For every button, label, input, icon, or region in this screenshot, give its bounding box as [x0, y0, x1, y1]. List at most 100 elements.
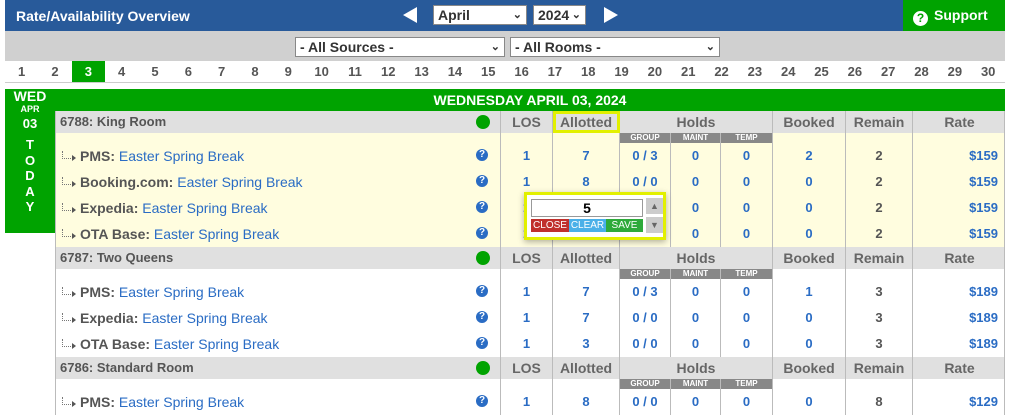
- day-12[interactable]: 12: [372, 61, 405, 82]
- day-1[interactable]: 1: [5, 61, 38, 82]
- allotted-value[interactable]: 3: [553, 331, 620, 357]
- day-7[interactable]: 7: [205, 61, 238, 82]
- help-icon[interactable]: ?: [476, 337, 488, 349]
- temp-value[interactable]: 0: [721, 389, 773, 415]
- help-icon[interactable]: ?: [476, 175, 488, 187]
- day-5[interactable]: 5: [138, 61, 171, 82]
- day-11[interactable]: 11: [338, 61, 371, 82]
- day-26[interactable]: 26: [838, 61, 871, 82]
- rate-value[interactable]: $189: [913, 279, 1006, 305]
- day-22[interactable]: 22: [705, 61, 738, 82]
- decrement-icon[interactable]: ▼: [646, 217, 663, 233]
- next-month-icon[interactable]: [604, 7, 618, 23]
- day-23[interactable]: 23: [738, 61, 771, 82]
- day-10[interactable]: 10: [305, 61, 338, 82]
- rate-plan-link[interactable]: Easter Spring Break: [119, 394, 244, 410]
- support-button[interactable]: ? Support: [903, 0, 1005, 31]
- expand-arrow-icon[interactable]: [72, 181, 76, 187]
- temp-value[interactable]: 0: [721, 305, 773, 331]
- clear-button[interactable]: CLEAR: [569, 219, 606, 232]
- day-3[interactable]: 3: [71, 61, 105, 82]
- help-icon[interactable]: ?: [476, 395, 488, 407]
- allotted-value[interactable]: 7: [553, 143, 620, 169]
- booked-value[interactable]: 0: [773, 389, 846, 415]
- maint-value[interactable]: 0: [671, 389, 721, 415]
- los-value[interactable]: 1: [501, 331, 553, 357]
- allotted-value[interactable]: 8: [553, 389, 620, 415]
- booked-value[interactable]: 1: [773, 279, 846, 305]
- day-9[interactable]: 9: [272, 61, 305, 82]
- help-icon[interactable]: ?: [476, 311, 488, 323]
- allotted-value[interactable]: 7: [553, 305, 620, 331]
- sources-select[interactable]: - All Sources - ⌄: [295, 37, 505, 57]
- booked-value[interactable]: 0: [773, 331, 846, 357]
- day-2[interactable]: 2: [38, 61, 71, 82]
- maint-value[interactable]: 0: [671, 221, 721, 247]
- rate-value[interactable]: $159: [913, 143, 1006, 169]
- help-icon[interactable]: ?: [476, 285, 488, 297]
- day-19[interactable]: 19: [605, 61, 638, 82]
- rate-plan-link[interactable]: Easter Spring Break: [119, 284, 244, 300]
- rate-value[interactable]: $189: [913, 331, 1006, 357]
- temp-value[interactable]: 0: [721, 221, 773, 247]
- day-4[interactable]: 4: [105, 61, 138, 82]
- maint-value[interactable]: 0: [671, 331, 721, 357]
- rate-plan-link[interactable]: Easter Spring Break: [177, 174, 302, 190]
- rate-plan-link[interactable]: Easter Spring Break: [119, 148, 244, 164]
- los-value[interactable]: 1: [501, 389, 553, 415]
- day-18[interactable]: 18: [572, 61, 605, 82]
- booked-value[interactable]: 0: [773, 195, 846, 221]
- temp-value[interactable]: 0: [721, 279, 773, 305]
- day-25[interactable]: 25: [805, 61, 838, 82]
- increment-icon[interactable]: ▲: [646, 198, 663, 214]
- close-button[interactable]: CLOSE: [531, 219, 569, 232]
- year-select[interactable]: 2024 ⌄: [533, 5, 586, 25]
- expand-arrow-icon[interactable]: [72, 207, 76, 213]
- temp-value[interactable]: 0: [721, 143, 773, 169]
- allotment-input[interactable]: [531, 199, 643, 217]
- rooms-select[interactable]: - All Rooms - ⌄: [510, 37, 720, 57]
- day-27[interactable]: 27: [872, 61, 905, 82]
- los-value[interactable]: 1: [501, 143, 553, 169]
- temp-value[interactable]: 0: [721, 169, 773, 195]
- maint-value[interactable]: 0: [671, 143, 721, 169]
- rate-value[interactable]: $159: [913, 195, 1006, 221]
- maint-value[interactable]: 0: [671, 279, 721, 305]
- group-value[interactable]: 0 / 3: [620, 279, 671, 305]
- day-17[interactable]: 17: [538, 61, 571, 82]
- expand-arrow-icon[interactable]: [72, 155, 76, 161]
- rate-value[interactable]: $159: [913, 169, 1006, 195]
- group-value[interactable]: 0 / 0: [620, 331, 671, 357]
- booked-value[interactable]: 0: [773, 221, 846, 247]
- day-15[interactable]: 15: [472, 61, 505, 82]
- maint-value[interactable]: 0: [671, 195, 721, 221]
- day-6[interactable]: 6: [172, 61, 205, 82]
- temp-value[interactable]: 0: [721, 195, 773, 221]
- rate-value[interactable]: $159: [913, 221, 1006, 247]
- day-13[interactable]: 13: [405, 61, 438, 82]
- expand-arrow-icon[interactable]: [72, 233, 76, 239]
- month-select[interactable]: April ⌄: [433, 5, 527, 25]
- day-30[interactable]: 30: [972, 61, 1005, 82]
- help-icon[interactable]: ?: [476, 227, 488, 239]
- rate-value[interactable]: $189: [913, 305, 1006, 331]
- day-21[interactable]: 21: [672, 61, 705, 82]
- rate-plan-link[interactable]: Easter Spring Break: [154, 336, 279, 352]
- temp-value[interactable]: 0: [721, 331, 773, 357]
- rate-plan-link[interactable]: Easter Spring Break: [142, 310, 267, 326]
- booked-value[interactable]: 0: [773, 169, 846, 195]
- booked-value[interactable]: 2: [773, 143, 846, 169]
- expand-arrow-icon[interactable]: [72, 317, 76, 323]
- day-28[interactable]: 28: [905, 61, 938, 82]
- group-value[interactable]: 0 / 3: [620, 143, 671, 169]
- day-29[interactable]: 29: [938, 61, 971, 82]
- group-value[interactable]: 0 / 0: [620, 389, 671, 415]
- booked-value[interactable]: 0: [773, 305, 846, 331]
- help-icon[interactable]: ?: [476, 149, 488, 161]
- expand-arrow-icon[interactable]: [72, 291, 76, 297]
- maint-value[interactable]: 0: [671, 305, 721, 331]
- day-20[interactable]: 20: [638, 61, 671, 82]
- rate-plan-link[interactable]: Easter Spring Break: [142, 200, 267, 216]
- maint-value[interactable]: 0: [671, 169, 721, 195]
- expand-arrow-icon[interactable]: [72, 343, 76, 349]
